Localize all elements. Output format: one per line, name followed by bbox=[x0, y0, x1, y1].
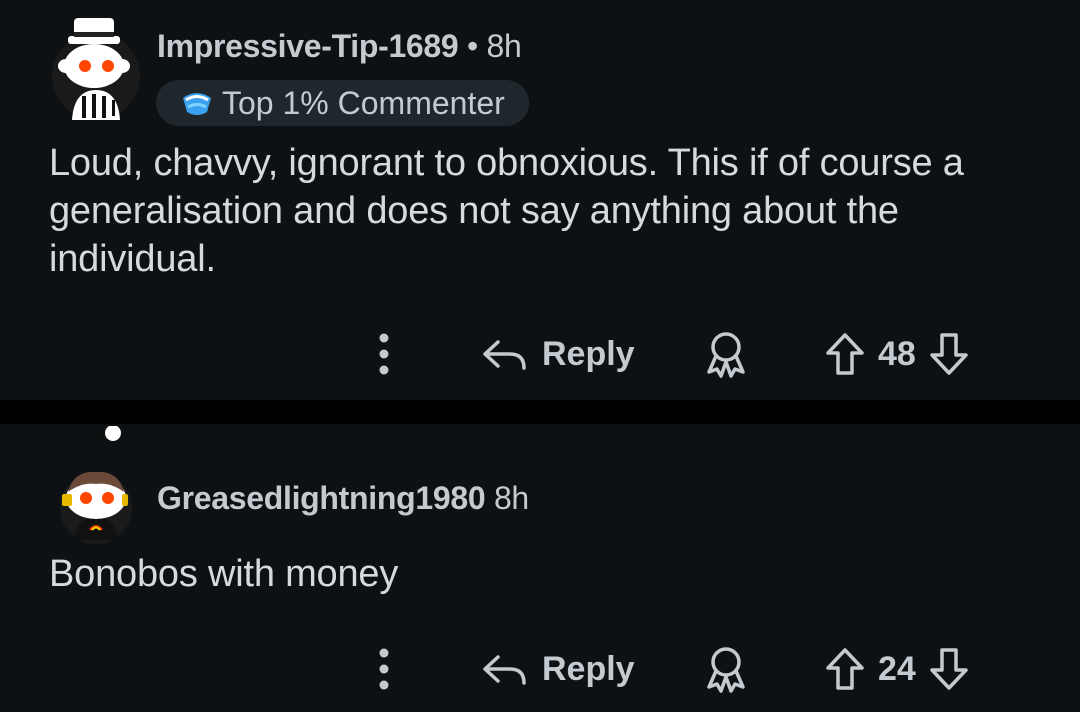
more-vertical-icon bbox=[379, 648, 389, 690]
more-options-button[interactable] bbox=[372, 324, 396, 384]
reply-button[interactable]: Reply bbox=[480, 324, 635, 384]
username-text[interactable]: Greasedlightning1980 bbox=[157, 480, 486, 516]
comment-1: Impressive-Tip-1689 • 8h Top 1% Commente… bbox=[0, 0, 1080, 400]
award-button[interactable] bbox=[703, 639, 749, 699]
snoo-avatar-icon bbox=[52, 18, 140, 120]
award-ribbon-icon bbox=[707, 647, 745, 693]
comment-body: Bonobos with money bbox=[49, 553, 399, 595]
comment-actions: Reply 24 bbox=[0, 639, 1080, 699]
vote-controls: 24 bbox=[824, 639, 970, 699]
more-options-button[interactable] bbox=[372, 639, 396, 699]
downvote-arrow-icon[interactable] bbox=[928, 646, 970, 692]
vote-controls: 48 bbox=[824, 324, 970, 384]
comment-time: 8h bbox=[493, 480, 529, 516]
upvote-arrow-icon[interactable] bbox=[824, 646, 866, 692]
user-flair: Top 1% Commenter bbox=[156, 80, 529, 126]
reply-label[interactable]: Reply bbox=[542, 335, 635, 374]
comment-author[interactable]: Impressive-Tip-1689 • 8h bbox=[157, 28, 522, 65]
avatar[interactable] bbox=[50, 425, 142, 544]
more-vertical-icon bbox=[379, 333, 389, 375]
flair-text: Top 1% Commenter bbox=[222, 84, 505, 121]
upvote-arrow-icon[interactable] bbox=[824, 331, 866, 377]
vote-score: 48 bbox=[878, 334, 916, 373]
comment-2: Greasedlightning1980 8h Bonobos with mon… bbox=[0, 424, 1080, 712]
comment-divider bbox=[0, 400, 1080, 424]
comment-actions: Reply 48 bbox=[0, 324, 1080, 384]
avatar[interactable] bbox=[50, 8, 142, 120]
reply-button[interactable]: Reply bbox=[480, 639, 635, 699]
reply-arrow-icon bbox=[483, 655, 526, 685]
vote-score: 24 bbox=[878, 649, 916, 688]
comment-body: Loud, chavvy, ignorant to obnoxious. Thi… bbox=[49, 142, 964, 280]
snoo-avatar-icon bbox=[60, 425, 132, 544]
meta-separator: • bbox=[467, 28, 478, 64]
award-button[interactable] bbox=[703, 324, 749, 384]
award-ribbon-icon bbox=[707, 332, 745, 378]
commenter-badge-icon bbox=[183, 93, 211, 115]
comment-author[interactable]: Greasedlightning1980 8h bbox=[157, 480, 529, 517]
reply-arrow-icon bbox=[483, 340, 526, 370]
reply-label[interactable]: Reply bbox=[542, 650, 635, 689]
username-text[interactable]: Impressive-Tip-1689 bbox=[157, 28, 459, 64]
comment-time: 8h bbox=[486, 28, 522, 64]
downvote-arrow-icon[interactable] bbox=[928, 331, 970, 377]
